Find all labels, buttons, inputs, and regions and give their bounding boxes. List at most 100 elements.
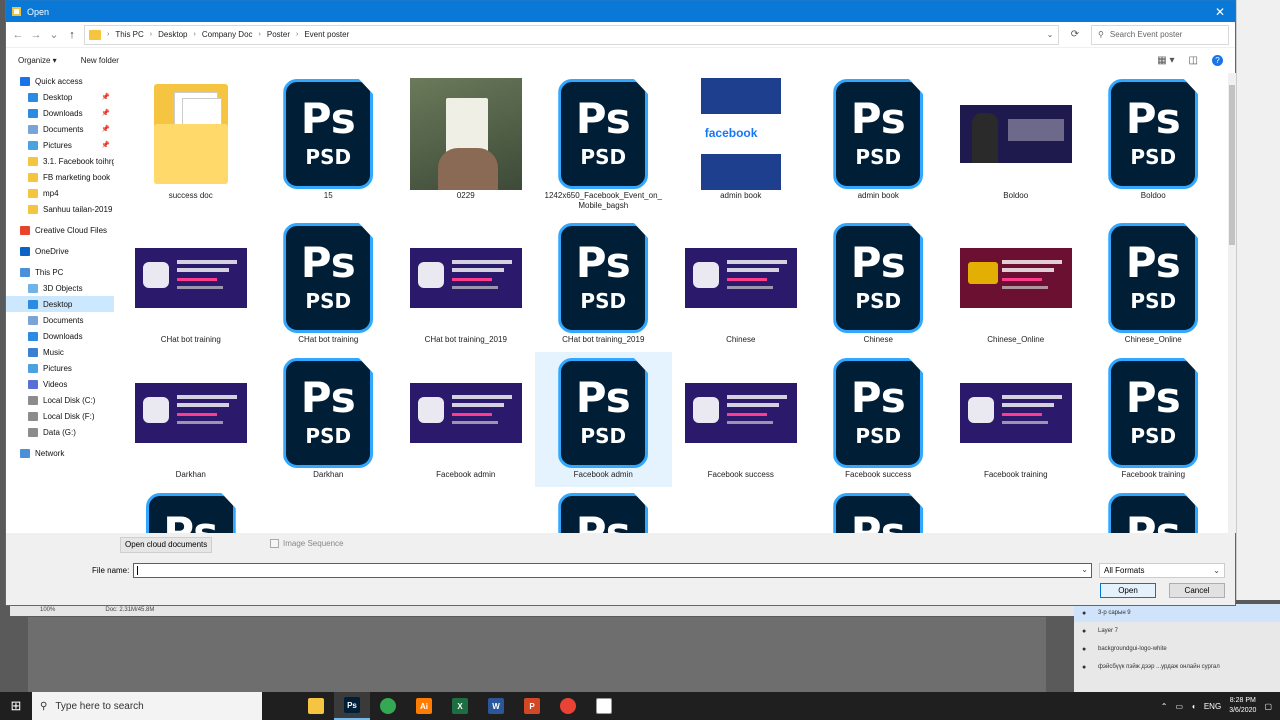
nav-item[interactable]: Desktop	[6, 296, 114, 312]
nav-item[interactable]: Creative Cloud Files	[6, 222, 114, 238]
file-item[interactable]: success doc	[122, 73, 260, 217]
image-sequence-option[interactable]: Image Sequence	[270, 539, 344, 548]
file-item[interactable]: Ps PSD Chinese_Online	[1085, 217, 1223, 352]
breadcrumb-item[interactable]: Company Doc	[202, 30, 253, 39]
excel-icon[interactable]: X	[442, 692, 478, 720]
file-item[interactable]: PsPSD	[1085, 487, 1223, 533]
refresh-icon[interactable]: ⟳	[1065, 29, 1085, 40]
eye-icon[interactable]: ●	[1082, 628, 1092, 635]
organize-button[interactable]: Organize ▾	[18, 56, 57, 65]
chrome-icon[interactable]	[550, 692, 586, 720]
search-input[interactable]: ⚲ Search Event poster	[1091, 24, 1229, 45]
up-arrow-icon[interactable]: ↑	[66, 29, 78, 41]
nav-item[interactable]: Pictures	[6, 360, 114, 376]
chevron-down-icon[interactable]: ⌄	[1081, 565, 1088, 574]
nav-item[interactable]: Data (G:)	[6, 424, 114, 440]
forward-arrow-icon[interactable]: →	[30, 29, 42, 41]
volume-icon[interactable]: ◖	[1191, 702, 1196, 711]
chevron-right-icon[interactable]: ›	[150, 31, 152, 38]
cancel-button[interactable]: Cancel	[1169, 583, 1225, 598]
breadcrumb-item[interactable]: This PC	[115, 30, 143, 39]
view-options-icon[interactable]: ▦ ▾	[1157, 55, 1174, 66]
eye-icon[interactable]: ●	[1082, 610, 1092, 617]
nav-item[interactable]: Videos	[6, 376, 114, 392]
image-sequence-checkbox[interactable]	[270, 539, 279, 548]
nav-item[interactable]: OneDrive	[6, 243, 114, 259]
file-item[interactable]: Chinese_Online	[947, 217, 1085, 352]
layer-row[interactable]: ● Layer 7	[1074, 622, 1280, 640]
nav-item[interactable]: Documents 📌	[6, 121, 114, 137]
file-item[interactable]: 0229	[397, 73, 535, 217]
word-icon[interactable]: W	[478, 692, 514, 720]
filename-input[interactable]: ⌄	[133, 563, 1092, 578]
recent-chevron-icon[interactable]: ⌄	[48, 28, 60, 41]
file-explorer-icon[interactable]	[298, 692, 334, 720]
file-item[interactable]: Ps PSD CHat bot training	[260, 217, 398, 352]
file-item[interactable]: Facebook admin	[397, 352, 535, 487]
layer-row[interactable]: ● backgroundgui-logo-white	[1074, 640, 1280, 658]
notepad-icon[interactable]	[586, 692, 622, 720]
nav-item[interactable]: 3.1. Facebook toihrg	[6, 153, 114, 169]
nav-item[interactable]: Downloads	[6, 328, 114, 344]
nav-item[interactable]: Desktop 📌	[6, 89, 114, 105]
network-icon[interactable]: ▭	[1175, 702, 1183, 711]
taskbar-search-input[interactable]: ⚲ Type here to search	[32, 692, 262, 720]
clock[interactable]: 8:28 PM 3/6/2020	[1229, 696, 1256, 716]
file-item[interactable]: PsPSD	[810, 487, 948, 533]
file-item[interactable]: Ps PSD CHat bot training_2019	[535, 217, 673, 352]
nav-item[interactable]: mp4	[6, 185, 114, 201]
file-item[interactable]: PsPSD	[535, 487, 673, 533]
file-item[interactable]: CHat bot training_2019	[397, 217, 535, 352]
new-folder-button[interactable]: New folder	[81, 56, 119, 65]
task-view-icon[interactable]	[262, 692, 298, 720]
file-item[interactable]: Ps PSD admin book	[810, 73, 948, 217]
file-item[interactable]: PsPSD	[122, 487, 260, 533]
file-item[interactable]: Boldoo	[947, 73, 1085, 217]
file-item[interactable]: Facebook training	[947, 352, 1085, 487]
nav-item[interactable]: Local Disk (C:)	[6, 392, 114, 408]
vertical-scrollbar[interactable]	[1228, 73, 1236, 533]
language-indicator[interactable]: ENG	[1204, 702, 1221, 711]
nav-item[interactable]: Pictures 📌	[6, 137, 114, 153]
powerpoint-icon[interactable]: P	[514, 692, 550, 720]
layer-row[interactable]: ● фэйсбүүк пэйж дээр ...урдаж онлайн сург…	[1074, 658, 1280, 676]
chevron-up-icon[interactable]: ⌃	[1161, 702, 1168, 711]
nav-item[interactable]: FB marketing book	[6, 169, 114, 185]
chevron-right-icon[interactable]: ›	[296, 31, 298, 38]
file-item[interactable]: Ps PSD Boldoo	[1085, 73, 1223, 217]
file-item[interactable]: Ps PSD Chinese	[810, 217, 948, 352]
chevron-right-icon[interactable]: ›	[259, 31, 261, 38]
open-cloud-documents-button[interactable]: Open cloud documents	[120, 537, 213, 553]
nav-item[interactable]: Downloads 📌	[6, 105, 114, 121]
windows-start-icon[interactable]: ⊞	[0, 692, 32, 720]
file-item[interactable]: facebook admin book	[672, 73, 810, 217]
format-select[interactable]: All Formats ⌄	[1099, 563, 1225, 578]
nav-item[interactable]: 3D Objects	[6, 280, 114, 296]
file-item[interactable]: Ps PSD 1242x650_Facebook_Event_on_Mobile_b…	[535, 73, 673, 217]
file-item[interactable]: Ps PSD 15	[260, 73, 398, 217]
chevron-right-icon[interactable]: ›	[107, 31, 109, 38]
layer-row[interactable]: ● 3-р сарын 9	[1074, 604, 1280, 622]
close-icon[interactable]: ✕	[1205, 5, 1235, 19]
open-button[interactable]: Open	[1100, 583, 1156, 598]
notifications-icon[interactable]: ▢	[1264, 702, 1272, 711]
breadcrumb-item[interactable]: Poster	[267, 30, 290, 39]
preview-pane-icon[interactable]: ◫	[1189, 55, 1198, 66]
file-item[interactable]: Ps PSD Facebook training	[1085, 352, 1223, 487]
file-item[interactable]: Facebook success	[672, 352, 810, 487]
nav-item[interactable]: Music	[6, 344, 114, 360]
eye-icon[interactable]: ●	[1082, 646, 1092, 653]
file-item[interactable]: CHat bot training	[122, 217, 260, 352]
breadcrumb[interactable]: › This PC › Desktop › Company Doc › Poster › Even…	[84, 24, 1059, 45]
scrollbar-thumb[interactable]	[1229, 85, 1235, 245]
nav-item[interactable]: Quick access	[6, 73, 114, 89]
chevron-down-icon[interactable]: ⌄	[1042, 30, 1058, 39]
nav-item[interactable]: Documents	[6, 312, 114, 328]
file-item[interactable]: Chinese	[672, 217, 810, 352]
photoshop-icon[interactable]: Ps	[334, 692, 370, 720]
nav-item[interactable]: Sanhuu tailan-2019	[6, 201, 114, 217]
nav-item[interactable]: This PC	[6, 264, 114, 280]
breadcrumb-item[interactable]: Event poster	[304, 30, 349, 39]
file-item[interactable]: Ps PSD Facebook success	[810, 352, 948, 487]
file-item[interactable]: Ps PSD Facebook admin	[534, 352, 672, 487]
